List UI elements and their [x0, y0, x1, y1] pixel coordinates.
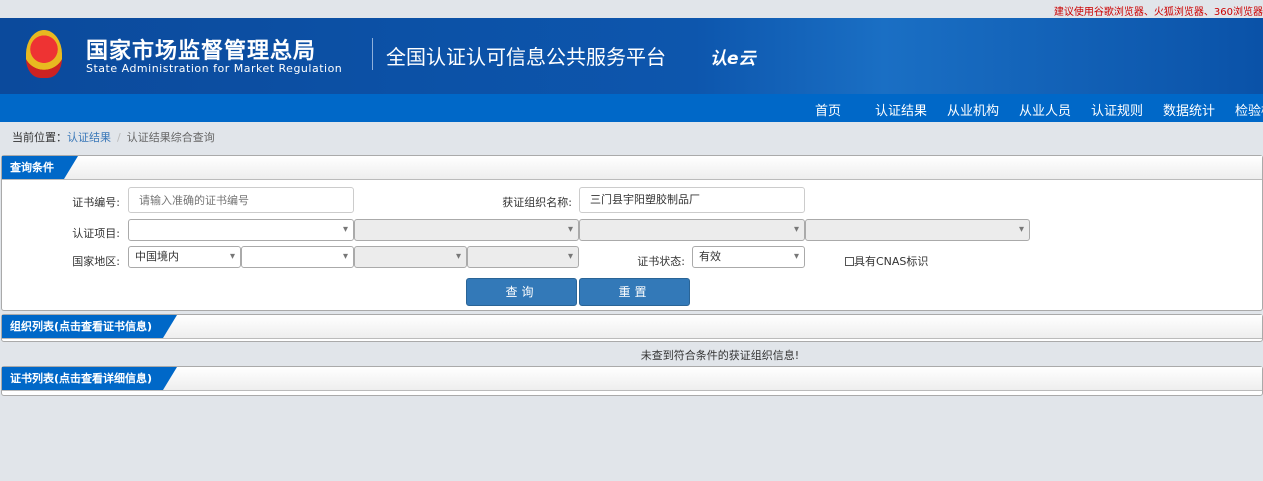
status-select[interactable]: 有效 [692, 246, 805, 268]
region-select-4[interactable] [467, 246, 579, 268]
region-select-3[interactable] [354, 246, 467, 268]
nav-institutions[interactable]: 从业机构 [947, 100, 999, 119]
cert-no-input[interactable] [128, 187, 354, 213]
org-name-label: 获证组织名称: [502, 196, 572, 209]
region-label: 国家地区: [72, 255, 120, 268]
platform-title: 全国认证认可信息公共服务平台 [386, 45, 666, 69]
cert-list-title: 证书列表(点击查看详细信息) [2, 367, 177, 390]
status-label: 证书状态: [637, 255, 685, 268]
project-select-1[interactable] [128, 219, 354, 241]
region-select-2[interactable] [241, 246, 354, 268]
project-select-2[interactable] [354, 219, 579, 241]
breadcrumb-link[interactable]: 认证结果 [67, 131, 111, 144]
empty-message: 未查到符合条件的获证组织信息! [640, 349, 800, 362]
project-label: 认证项目: [72, 227, 120, 240]
platform-logo: 认e云 [710, 49, 756, 69]
breadcrumb-current: 认证结果综合查询 [126, 131, 215, 144]
query-panel-header: 查询条件 [2, 156, 1262, 180]
national-emblem-icon [26, 30, 62, 78]
breadcrumb-prefix: 当前位置： [12, 131, 67, 144]
reset-button[interactable]: 重置 [579, 278, 690, 306]
nav-personnel[interactable]: 从业人员 [1019, 100, 1071, 119]
cert-list-panel: 证书列表(点击查看详细信息) [1, 366, 1263, 396]
org-name-cn: 国家市场监督管理总局 [86, 39, 317, 64]
breadcrumb: 当前位置：认证结果 / 认证结果综合查询 [12, 129, 215, 145]
cert-no-label: 证书编号: [72, 196, 120, 209]
nav-cert-results[interactable]: 认证结果 [875, 100, 927, 119]
org-name-en: State Administration for Market Regulati… [86, 62, 343, 75]
nav-inspection[interactable]: 检验检 [1235, 100, 1263, 119]
project-select-4[interactable] [805, 219, 1030, 241]
header-divider [372, 38, 373, 70]
cnas-label: 具有CNAS标识 [854, 255, 929, 268]
search-button[interactable]: 查询 [466, 278, 577, 306]
org-list-header: 组织列表(点击查看证书信息) [2, 315, 1262, 339]
query-panel-title: 查询条件 [2, 156, 78, 179]
cnas-checkbox-row[interactable]: 具有CNAS标识 [845, 253, 928, 269]
nav-rules[interactable]: 认证规则 [1091, 100, 1143, 119]
browser-tip: 建议使用谷歌浏览器、火狐浏览器、360浏览器 [1053, 7, 1263, 18]
org-list-title: 组织列表(点击查看证书信息) [2, 315, 177, 338]
nav-statistics[interactable]: 数据统计 [1163, 100, 1215, 119]
nav-home[interactable]: 首页 [815, 100, 841, 119]
project-select-3[interactable] [579, 219, 805, 241]
org-list-panel: 组织列表(点击查看证书信息) [1, 314, 1263, 342]
cert-list-header: 证书列表(点击查看详细信息) [2, 367, 1262, 391]
org-name-input[interactable]: 三门县宇阳塑胶制品厂 [579, 187, 805, 213]
cnas-checkbox[interactable] [845, 256, 854, 266]
breadcrumb-separator: / [117, 131, 121, 144]
main-nav: 首页 认证结果 从业机构 从业人员 认证规则 数据统计 检验检 [0, 94, 1263, 122]
region-select-1[interactable]: 中国境内 [128, 246, 241, 268]
